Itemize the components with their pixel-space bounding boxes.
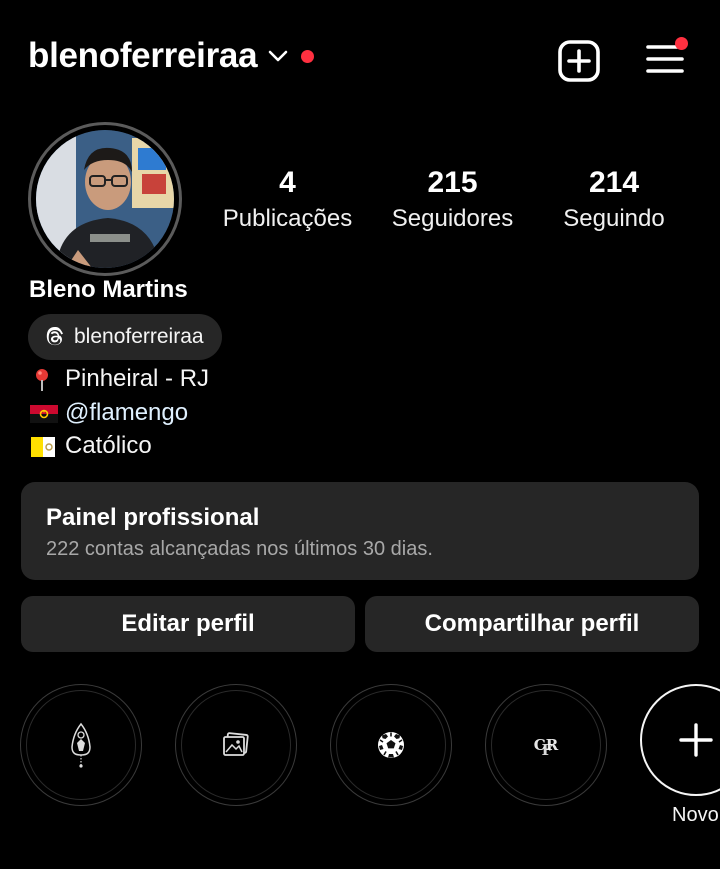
profile-photo (36, 130, 174, 268)
chevron-down-icon (267, 45, 289, 67)
stat-followers-label: Seguidores (391, 205, 514, 232)
threads-handle: blenoferreiraa (74, 325, 204, 348)
photos-icon (223, 732, 249, 756)
bio-location-text: Pinheiral - RJ (65, 365, 210, 392)
dashboard-title: Painel profissional (46, 504, 260, 531)
vatican-flag-emoji (30, 435, 56, 457)
menu-button[interactable] (640, 34, 690, 84)
highlight-item[interactable] (330, 684, 452, 806)
stat-following[interactable]: 214 Seguindo (540, 164, 688, 234)
avatar[interactable] (28, 122, 182, 276)
highlight-cover: CR F (491, 690, 601, 800)
new-highlight-label: Novo (672, 804, 719, 826)
menu-notification-dot (675, 37, 688, 50)
highlight-cover (181, 690, 291, 800)
stat-followers[interactable]: 215 Seguidores (370, 164, 535, 234)
stat-following-label: Seguindo (563, 205, 665, 232)
svg-text:F: F (542, 741, 553, 759)
highlight-item[interactable] (175, 684, 297, 806)
plus-square-icon (558, 40, 600, 82)
story-highlights: CR F Novo (0, 684, 720, 869)
highlight-cover (26, 690, 136, 800)
our-lady-icon (71, 722, 91, 768)
threads-badge[interactable]: blenoferreiraa (28, 314, 222, 360)
stat-following-value: 214 (588, 166, 640, 199)
threads-icon (46, 327, 63, 346)
new-highlight-button[interactable] (640, 684, 720, 796)
stat-posts-label: Publicações (222, 205, 353, 232)
angola-flag-emoji (30, 401, 58, 424)
profile-username: blenoferreiraa (28, 36, 258, 75)
stat-followers-value: 215 (427, 166, 478, 199)
notification-dot (301, 49, 315, 63)
create-button[interactable] (556, 38, 602, 84)
top-bar: blenoferreiraa (0, 0, 720, 120)
stat-posts-value: 4 (279, 166, 296, 199)
plus-icon (679, 723, 713, 757)
dashboard-subtitle: 222 contas alcançadas nos últimos 30 dia… (46, 538, 433, 560)
bio-line-location: Pinheiral - RJ (30, 362, 209, 396)
flamengo-crest-icon: CR F (534, 736, 559, 759)
account-switcher[interactable]: blenoferreiraa (28, 36, 315, 76)
soccer-ball-icon (378, 732, 404, 758)
edit-profile-button[interactable]: Editar perfil (21, 596, 355, 652)
highlight-cover (336, 690, 446, 800)
bio-line-team: @flamengo (30, 396, 209, 430)
bio-mention-link[interactable]: @flamengo (65, 396, 188, 430)
highlight-item[interactable] (20, 684, 142, 806)
bio-faith-text: Católico (65, 432, 152, 459)
professional-dashboard[interactable]: Painel profissional 222 contas alcançada… (21, 482, 699, 580)
pin-emoji (30, 368, 56, 391)
highlight-item[interactable]: CR F (485, 684, 607, 806)
profile-full-name: Bleno Martins (29, 276, 188, 303)
share-profile-button[interactable]: Compartilhar perfil (365, 596, 699, 652)
profile-bio: Pinheiral - RJ @flamengo Católico (30, 362, 209, 463)
stat-posts[interactable]: 4 Publicações (200, 164, 375, 234)
bio-line-faith: Católico (30, 429, 209, 463)
